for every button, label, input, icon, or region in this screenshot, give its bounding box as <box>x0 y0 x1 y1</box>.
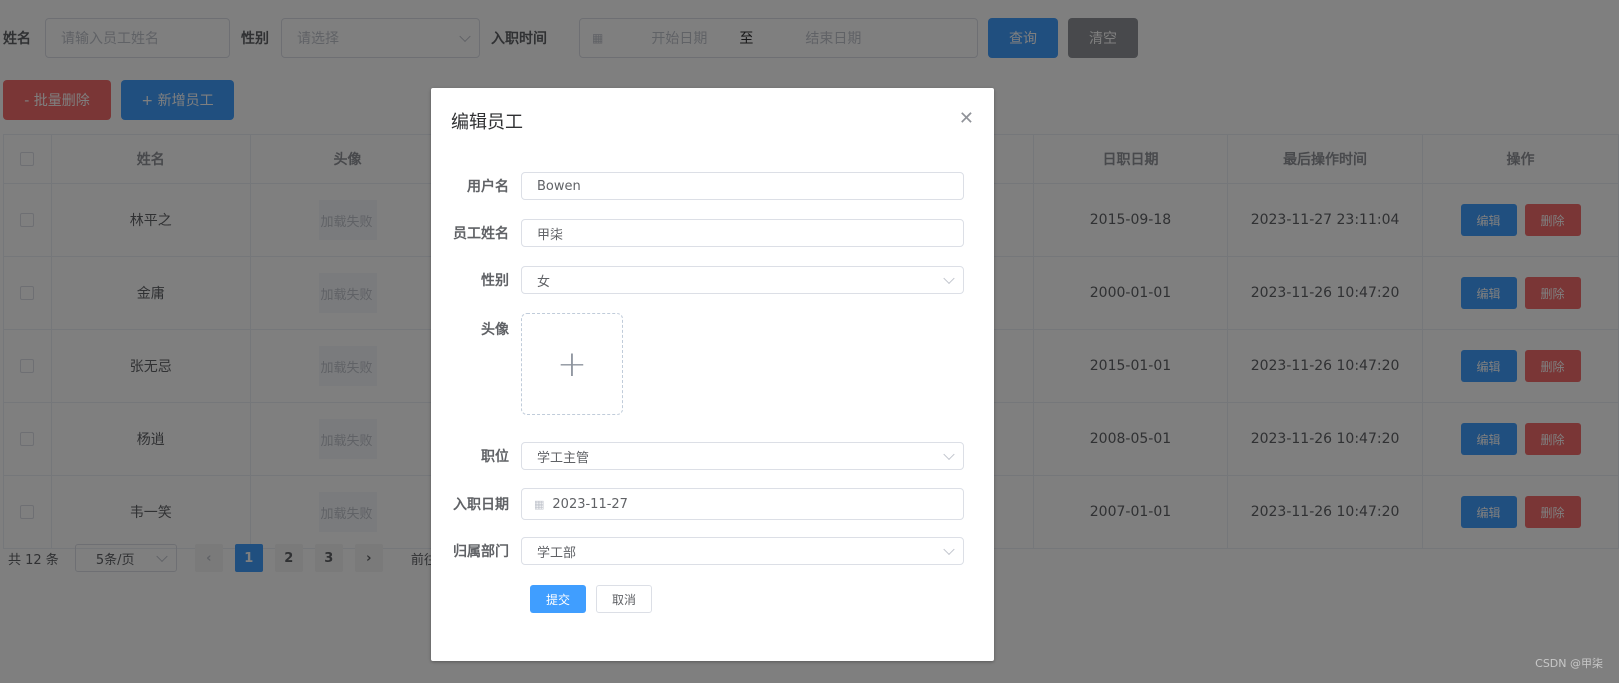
close-icon[interactable]: ✕ <box>959 108 974 129</box>
gender-field-value: 女 <box>537 274 551 290</box>
employee-name-value: 甲柒 <box>537 227 564 243</box>
department-select[interactable]: 学工部 <box>521 537 964 565</box>
entry-date-label: 入职日期 <box>453 497 509 513</box>
department-row: 归属部门 学工部 <box>431 537 994 565</box>
avatar-upload[interactable]: + <box>521 313 623 415</box>
submit-button[interactable]: 提交 <box>530 585 586 613</box>
employee-name-label: 员工姓名 <box>453 226 509 242</box>
gender-row: 性别 女 <box>431 266 994 294</box>
watermark: CSDN @甲柒 <box>1535 657 1603 670</box>
username-value: Bowen <box>537 178 581 194</box>
chevron-down-icon <box>943 272 955 285</box>
plus-icon: + <box>556 343 588 385</box>
position-select[interactable]: 学工主管 <box>521 442 964 470</box>
position-row: 职位 学工主管 <box>431 442 994 470</box>
department-value: 学工部 <box>537 545 577 561</box>
position-value: 学工主管 <box>537 450 590 466</box>
gender-field-select[interactable]: 女 <box>521 266 964 294</box>
calendar-icon: ▦ <box>534 497 545 511</box>
edit-employee-dialog: 编辑员工 ✕ 用户名 Bowen 员工姓名 甲柒 性别 女 头像 + 职位 学工… <box>431 88 994 661</box>
employee-name-row: 员工姓名 甲柒 <box>431 219 994 247</box>
avatar-row: 头像 + <box>431 313 994 415</box>
dialog-buttons: 提交 取消 <box>431 585 994 613</box>
entry-date-value: 2023-11-27 <box>552 496 628 512</box>
avatar-label: 头像 <box>481 322 509 338</box>
employee-name-input[interactable]: 甲柒 <box>521 219 964 247</box>
gender-field-label: 性别 <box>481 273 509 289</box>
position-label: 职位 <box>481 449 509 465</box>
chevron-down-icon <box>943 543 955 556</box>
entry-date-picker[interactable]: ▦ 2023-11-27 <box>521 488 964 520</box>
department-label: 归属部门 <box>453 544 509 560</box>
dialog-title: 编辑员工 <box>451 112 523 133</box>
username-label: 用户名 <box>467 179 509 195</box>
chevron-down-icon <box>943 448 955 461</box>
cancel-button[interactable]: 取消 <box>596 585 652 613</box>
username-row: 用户名 Bowen <box>431 172 994 200</box>
username-input[interactable]: Bowen <box>521 172 964 200</box>
entry-date-row: 入职日期 ▦ 2023-11-27 <box>431 488 994 520</box>
